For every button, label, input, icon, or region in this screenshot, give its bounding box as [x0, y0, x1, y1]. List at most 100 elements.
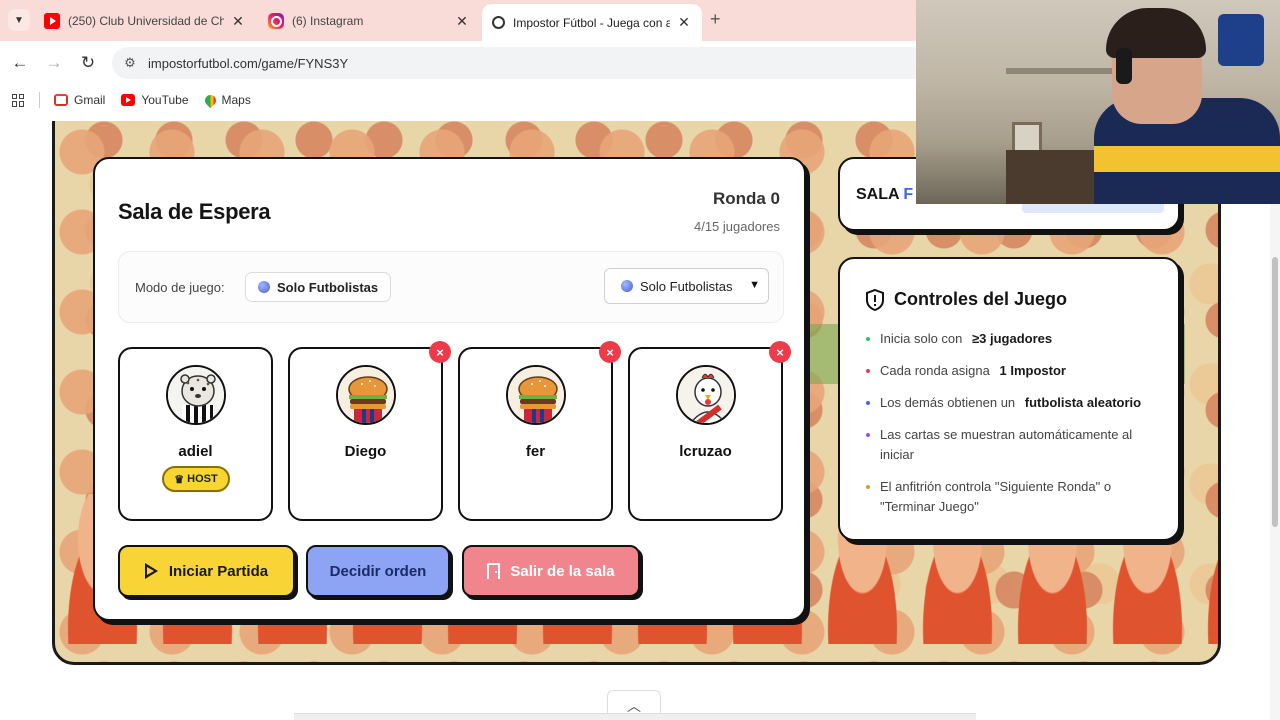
rule-item: Los demás obtienen un futbolista aleator… — [862, 393, 1162, 413]
player-name: Diego — [344, 443, 387, 460]
webcam-headset — [1116, 48, 1132, 84]
bookmarks-divider — [39, 92, 40, 108]
rule-strong: futbolista aleatorio — [1024, 395, 1142, 410]
rule-item: Inicia solo con ≥3 jugadores — [862, 329, 1162, 349]
tab-close-icon[interactable]: ✕ — [676, 14, 692, 31]
game-mode-select-value: Solo Futbolistas — [640, 278, 733, 294]
leopard-avatar — [166, 365, 226, 425]
tab-title: Impostor Fútbol - Juega con ar — [513, 15, 670, 30]
decide-order-button[interactable]: Decidir orden — [306, 545, 450, 597]
bullet-dot — [866, 401, 870, 405]
rule-strong: ≥3 jugadores — [972, 331, 1053, 346]
gmail-icon — [54, 94, 68, 106]
tab-search-button[interactable]: ▼ — [8, 9, 30, 31]
rule-text: Los demás obtienen un — [880, 395, 1019, 410]
chevron-down-icon: ▼ — [749, 279, 760, 291]
game-controls-card: Controles del Juego Inicia solo con ≥3 j… — [838, 257, 1180, 541]
page-viewport: Sala de Espera Ronda 0 4/15 jugadores Mo… — [0, 121, 1280, 720]
bookmark-label: Maps — [221, 93, 251, 107]
bullet-dot — [866, 337, 870, 341]
new-tab-button[interactable]: + — [710, 9, 721, 30]
tab-title: (6) Instagram — [292, 14, 364, 28]
player-name: lcruzao — [679, 443, 732, 460]
rule-text: Inicia solo con — [880, 331, 966, 346]
tab-title: (250) Club Universidad de Chile — [68, 14, 224, 28]
instagram-icon — [268, 13, 284, 29]
round-label: Ronda 0 — [712, 189, 780, 208]
tab-close-icon[interactable]: ✕ — [454, 13, 470, 30]
bookmark-youtube[interactable]: YouTube — [121, 93, 189, 107]
host-badge: ♛ HOST — [162, 466, 230, 492]
globe-icon — [258, 281, 270, 293]
rule-item: El anfitrión controla "Siguiente Ronda" … — [862, 477, 1152, 517]
site-settings-icon[interactable]: ⚙ — [122, 55, 138, 71]
rule-item: Cada ronda asigna 1 Impostor — [862, 361, 1162, 381]
youtube-icon — [121, 94, 136, 106]
player-card-adiel: adiel ♛ HOST — [118, 347, 273, 521]
waiting-room-card: Sala de Espera Ronda 0 4/15 jugadores Mo… — [93, 157, 806, 621]
address-bar[interactable]: ⚙ impostorfutbol.com/game/FYNS3Y — [112, 47, 932, 79]
bookmark-label: Gmail — [74, 93, 106, 107]
tab-instagram[interactable]: (6) Instagram ✕ — [258, 6, 480, 36]
bookmark-gmail[interactable]: Gmail — [54, 93, 105, 107]
bookmark-maps[interactable]: Maps — [202, 92, 251, 108]
start-game-button[interactable]: Iniciar Partida — [118, 545, 295, 597]
rule-item: Las cartas se muestran automáticamente a… — [862, 425, 1152, 465]
player-name: adiel — [178, 443, 213, 460]
players-count: 4/15 jugadores — [693, 219, 780, 234]
webcam-shirt-stripe — [1094, 146, 1280, 172]
leave-room-button[interactable]: Salir de la sala — [462, 545, 640, 597]
chicken-avatar — [676, 365, 736, 425]
bottom-panel-edge — [294, 713, 976, 720]
game-mode-chip-label: Solo Futbolistas — [277, 279, 379, 295]
room-code-label: SALA F — [856, 186, 913, 204]
page-title: Sala de Espera — [118, 199, 271, 224]
tab-impostor-futbol[interactable]: Impostor Fútbol - Juega con ar ✕ — [482, 4, 702, 41]
url-text: impostorfutbol.com/game/FYNS3Y — [148, 55, 349, 71]
room-code-prefix: SALA — [856, 186, 904, 203]
bullet-dot — [866, 369, 870, 373]
kick-player-button[interactable]: × — [769, 341, 791, 363]
decide-order-label: Decidir orden — [329, 562, 427, 580]
room-code-accent: F — [903, 186, 914, 203]
soccer-ball-icon — [492, 16, 505, 29]
scrollbar-thumb[interactable] — [1272, 257, 1278, 527]
shield-icon — [866, 289, 884, 311]
reload-icon[interactable]: ↻ — [76, 51, 100, 75]
crown-icon: ♛ — [174, 473, 185, 486]
apps-grid-icon[interactable] — [12, 93, 25, 107]
kick-player-button[interactable]: × — [599, 341, 621, 363]
start-game-label: Iniciar Partida — [168, 562, 269, 580]
rule-text: El anfitrión controla "Siguiente Ronda" … — [880, 479, 1112, 514]
tab-youtube[interactable]: (250) Club Universidad de Chile ✕ — [34, 6, 256, 36]
rule-strong: 1 Impostor — [999, 363, 1066, 378]
youtube-icon — [44, 13, 60, 29]
game-mode-panel: Modo de juego: Solo Futbolistas Solo Fut… — [118, 251, 784, 323]
bullet-dot — [866, 485, 870, 489]
game-mode-chip: Solo Futbolistas — [245, 272, 392, 302]
back-arrow-icon[interactable]: ← — [8, 51, 32, 75]
bookmark-label: YouTube — [141, 93, 189, 107]
game-mode-label: Modo de juego: — [135, 280, 225, 295]
page-scrollbar[interactable] — [1270, 121, 1280, 720]
tab-close-icon[interactable]: ✕ — [230, 13, 246, 30]
rule-text: Cada ronda asigna — [880, 363, 994, 378]
host-badge-label: HOST — [187, 473, 218, 485]
player-card-diego: × Diego — [288, 341, 451, 521]
maps-icon — [202, 92, 218, 108]
rule-text: Las cartas se muestran automáticamente a… — [880, 427, 1133, 462]
game-mode-select[interactable]: Solo Futbolistas ▼ — [604, 268, 769, 304]
player-card-fer: × fer — [458, 341, 621, 521]
leave-room-label: Salir de la sala — [510, 562, 615, 580]
burger-avatar — [506, 365, 566, 425]
kick-player-button[interactable]: × — [429, 341, 451, 363]
webcam-jersey — [1218, 14, 1264, 66]
door-icon — [487, 563, 501, 579]
controls-title: Controles del Juego — [894, 289, 1068, 309]
burger-avatar — [336, 365, 396, 425]
player-name: fer — [525, 443, 546, 460]
forward-arrow-icon[interactable]: → — [42, 51, 66, 75]
webcam-overlay — [916, 0, 1280, 204]
player-card-lcruzao: × lcruzao — [628, 341, 791, 521]
globe-icon — [621, 280, 633, 292]
